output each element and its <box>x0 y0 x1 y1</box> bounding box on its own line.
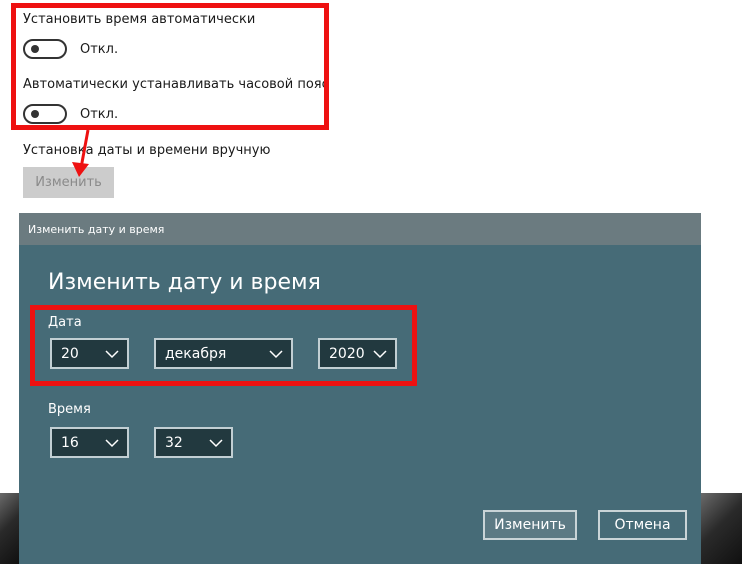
hour-select[interactable]: 16 <box>50 427 129 458</box>
change-datetime-dialog: Изменить дату и время Изменить дату и вр… <box>19 213 701 564</box>
dialog-heading: Изменить дату и время <box>48 270 321 295</box>
cancel-button[interactable]: Отмена <box>598 510 687 540</box>
minute-value: 32 <box>165 434 183 451</box>
annotation-box-date <box>30 305 417 386</box>
arrow-shaft <box>79 129 90 169</box>
confirm-button[interactable]: Изменить <box>483 510 577 540</box>
annotation-box-toggles <box>11 3 329 130</box>
arrow-head <box>72 162 89 177</box>
hour-value: 16 <box>61 434 79 451</box>
screenshot: Установить время автоматически Откл. Авт… <box>0 0 742 564</box>
annotation-arrow <box>72 129 90 177</box>
chevron-down-icon <box>209 439 223 448</box>
chevron-down-icon <box>105 439 119 448</box>
time-label: Время <box>48 402 91 417</box>
manual-time-label: Установка даты и времени вручную <box>23 143 271 158</box>
background-photo-right <box>701 493 742 564</box>
dialog-titlebar: Изменить дату и время <box>19 213 701 245</box>
background-photo-left <box>0 493 19 564</box>
minute-select[interactable]: 32 <box>154 427 233 458</box>
